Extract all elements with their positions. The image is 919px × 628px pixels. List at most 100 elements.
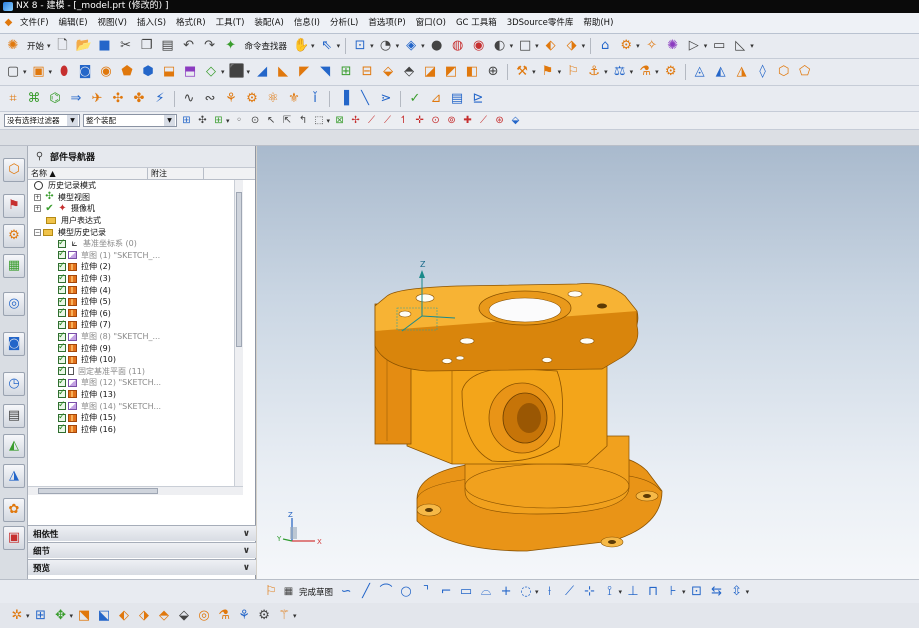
curve-icon-b[interactable]: ⌘ [25, 90, 43, 108]
navigator-vertical-scrollbar[interactable] [234, 180, 243, 486]
groove-icon[interactable]: ⬒ [181, 63, 199, 81]
checkbox-icon[interactable] [58, 238, 66, 248]
analysis-icon-c[interactable]: ⋗ [377, 90, 395, 108]
menu-analysis[interactable]: 分析(L) [325, 13, 363, 33]
menu-preferences[interactable]: 首选项(P) [363, 13, 410, 33]
checkbox-icon[interactable] [58, 354, 66, 364]
paste-icon[interactable]: ▤ [159, 37, 177, 55]
utility-icon-n[interactable]: ⚚ [275, 607, 293, 625]
arc-icon[interactable]: ⌒ [377, 583, 395, 601]
snap-icon-e[interactable]: ↰ [297, 114, 310, 127]
utility-icon-c[interactable]: ✥ [52, 607, 70, 625]
scrollbar-thumb[interactable] [236, 192, 242, 347]
spline-icon-c[interactable]: ⚘ [222, 90, 240, 108]
tree-node[interactable]: 拉伸 (2) [28, 261, 238, 273]
menu-view[interactable]: 视图(V) [93, 13, 132, 33]
filter-icon-a[interactable]: ⊞ [180, 114, 193, 127]
undo-icon[interactable]: ↶ [180, 37, 198, 55]
sync-a-dropdown-icon[interactable]: ▾ [532, 68, 536, 76]
analysis-icon-f[interactable]: ▤ [448, 90, 466, 108]
snap-icon[interactable]: ✧ [643, 37, 661, 55]
utility-icon-f[interactable]: ⬖ [115, 607, 133, 625]
tree-node[interactable]: 拉伸 (13) [28, 388, 238, 401]
tree-node[interactable]: 拉伸 (16) [28, 423, 238, 435]
fillet-icon[interactable]: ⌝ [417, 583, 435, 601]
quick-extend-icon[interactable]: ⟋ [561, 583, 579, 601]
checkbox-icon[interactable] [58, 284, 66, 295]
command-finder-icon[interactable]: ✦ [222, 37, 240, 55]
select-icon[interactable]: ⇖ [318, 37, 336, 55]
drafting-tab[interactable]: ▣ [3, 526, 25, 550]
update-icon[interactable]: ⇆ [708, 583, 726, 601]
checkbox-icon[interactable] [58, 331, 66, 341]
start-icon[interactable]: ✺ [4, 37, 22, 55]
part-model[interactable] [374, 283, 663, 552]
copy-icon[interactable]: ❐ [138, 37, 156, 55]
constraints-icon[interactable]: ⚙ [617, 37, 635, 55]
spline-icon-a[interactable]: ∿ [180, 90, 198, 108]
display-icon[interactable]: ◐ [491, 37, 509, 55]
expand-icon[interactable]: + [34, 193, 41, 201]
checkbox-icon[interactable] [58, 296, 66, 306]
line-icon[interactable]: ╱ [357, 583, 375, 601]
tree-node[interactable]: ⟀ 基准坐标系 (0) [28, 238, 238, 250]
spline-icon-e[interactable]: ⚛ [264, 90, 282, 108]
show-constraints-icon[interactable]: ⊦ [664, 583, 682, 601]
checkbox-icon[interactable] [58, 412, 66, 422]
menu-help[interactable]: 帮助(H) [578, 13, 618, 33]
utility-c-dropdown-icon[interactable]: ▾ [70, 612, 74, 620]
snap-enable-icon[interactable]: ⊠ [333, 114, 346, 127]
box-select-icon[interactable]: ⬚ [313, 114, 326, 127]
offset-dropdown-icon[interactable]: ▾ [535, 588, 539, 596]
point-icon[interactable]: + [497, 583, 515, 601]
web-browser-tab[interactable]: ◎ [3, 292, 25, 316]
menu-assembly[interactable]: 装配(A) [249, 13, 288, 33]
boss-icon[interactable]: ◉ [97, 63, 115, 81]
checkbox-icon[interactable] [58, 273, 66, 283]
tree-node[interactable]: 拉伸 (6) [28, 307, 238, 320]
sync-e-dropdown-icon[interactable]: ▾ [630, 68, 634, 76]
curve-icon-c[interactable]: ⌬ [46, 90, 64, 108]
sphere-icon[interactable]: ● [428, 37, 446, 55]
sync-icon-a[interactable]: ⚒ [513, 63, 531, 81]
utility-n-dropdown-icon[interactable]: ▾ [293, 612, 297, 620]
shaded-icon[interactable]: ◉ [470, 37, 488, 55]
checkbox-icon[interactable] [58, 319, 66, 329]
part-navigator-tab[interactable]: ⚙ [3, 224, 25, 248]
checkbox-icon[interactable] [58, 377, 66, 387]
select-dropdown-icon[interactable]: ▾ [337, 42, 341, 50]
sphere-feature-icon[interactable]: ⊕ [484, 63, 502, 81]
sync-icon-b[interactable]: ⚑ [539, 63, 557, 81]
offset-icon[interactable]: ⬙ [379, 63, 397, 81]
menu-3dsource[interactable]: 3DSource零件库 [502, 13, 579, 33]
sync-b-dropdown-icon[interactable]: ▾ [558, 68, 562, 76]
edge-blend-icon[interactable]: ◢ [253, 63, 271, 81]
utility-icon-k[interactable]: ⚗ [215, 607, 233, 625]
touch-mode-icon[interactable]: ✋ [292, 37, 310, 55]
tree-node[interactable]: 拉伸 (9) [28, 342, 238, 354]
offset-curve-icon[interactable]: ◌ [517, 583, 535, 601]
type-filter-select[interactable]: 没有选择过滤器 [4, 114, 80, 127]
curve-icon-f[interactable]: ✣ [109, 90, 127, 108]
tree-node[interactable]: 拉伸 (5) [28, 296, 238, 308]
sync-icon-c[interactable]: ⚐ [564, 63, 582, 81]
curve-icon-h[interactable]: ⚡ [151, 90, 169, 108]
shell-icon[interactable]: ◤ [295, 63, 313, 81]
orient-dropdown-icon[interactable]: ▾ [746, 588, 750, 596]
pattern-icon[interactable]: ⊟ [358, 63, 376, 81]
filter-icon-c[interactable]: ⊞ [212, 114, 225, 127]
orient-sketch-icon[interactable]: ⇳ [728, 583, 746, 601]
menu-file[interactable]: 文件(F) [15, 13, 54, 33]
expand-icon[interactable]: + [34, 205, 41, 213]
history-tab[interactable]: ◙ [3, 332, 25, 356]
open-folder-icon[interactable]: 📂 [75, 37, 93, 55]
tree-node[interactable]: 拉伸 (10) [28, 354, 238, 366]
utility-icon-j[interactable]: ◎ [195, 607, 213, 625]
ruler-icon[interactable]: ◺ [731, 37, 749, 55]
surface-icon-c[interactable]: ◮ [733, 63, 751, 81]
tree-node[interactable]: 拉伸 (4) [28, 284, 238, 296]
surface-icon-a[interactable]: ◬ [691, 63, 709, 81]
constraints-dropdown-icon[interactable]: ▾ [636, 42, 640, 50]
sync-d-dropdown-icon[interactable]: ▾ [604, 68, 608, 76]
background-icon[interactable]: □ [516, 37, 534, 55]
